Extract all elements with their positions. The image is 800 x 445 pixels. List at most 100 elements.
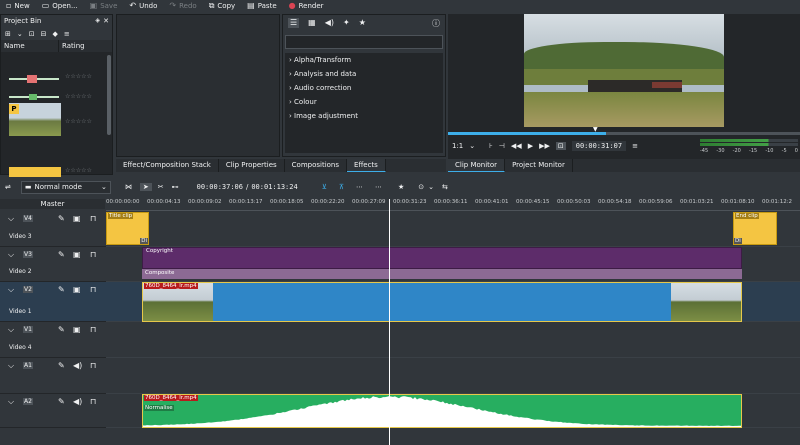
float-icon[interactable]: ◈ xyxy=(95,15,100,27)
hide-icon[interactable]: ▣ xyxy=(73,285,81,294)
video-clip[interactable]: 760D_8464_lr.mp4 xyxy=(142,282,742,322)
tab-effects[interactable]: Effects xyxy=(347,159,386,172)
collapse-icon[interactable]: ⌵ xyxy=(8,397,14,407)
collapse-icon[interactable]: ⌵ xyxy=(8,214,14,224)
video-effect-icon[interactable]: ▦ xyxy=(308,18,316,28)
composite-transition[interactable]: Composite xyxy=(142,269,742,279)
insert-icon[interactable]: ⊻ xyxy=(322,183,327,191)
overwrite-icon[interactable]: ⊼ xyxy=(339,183,344,191)
track-header-v1[interactable]: ⌵ V1 ✎ ▣ ⊓ Video 4 xyxy=(0,322,106,358)
effects-icon[interactable]: ✎ xyxy=(58,361,65,370)
extract-icon[interactable]: ⋯ xyxy=(375,183,382,191)
hide-icon[interactable]: ▣ xyxy=(73,214,81,223)
track-header-a1[interactable]: ⌵ A1 ✎ ◀) ⊓ xyxy=(0,358,106,394)
audio-effect-icon[interactable]: ◀) xyxy=(325,18,334,28)
tab-project-monitor[interactable]: Project Monitor xyxy=(505,159,573,172)
lock-icon[interactable]: ⊓ xyxy=(90,325,96,334)
track-header-v4[interactable]: ⌵ V4 ✎ ▣ ⊓ Video 3 xyxy=(0,211,106,247)
zoom-select[interactable]: 1:1 xyxy=(452,142,463,150)
forward-icon[interactable]: ▶▶ xyxy=(539,142,550,150)
effect-category-image[interactable]: › Image adjustment xyxy=(285,109,443,123)
track-lane-a1[interactable] xyxy=(106,358,800,394)
rating-stars-2[interactable]: ☆☆☆☆☆ xyxy=(65,93,92,100)
tab-clip-properties[interactable]: Clip Properties xyxy=(219,159,285,172)
custom-effect-icon[interactable]: ✦ xyxy=(343,18,350,28)
track-header-v2[interactable]: ⌵ V2 ✎ ▣ ⊓ Video 1 xyxy=(0,282,106,322)
tab-effect-stack[interactable]: Effect/Composition Stack xyxy=(116,159,219,172)
timeline-playhead[interactable] xyxy=(389,199,390,445)
timeline-position[interactable]: 00:00:37:06 xyxy=(197,183,243,191)
tab-clip-monitor[interactable]: Clip Monitor xyxy=(448,159,505,172)
mark-in-icon[interactable]: ⊦ xyxy=(489,142,493,150)
razor-tool-icon[interactable]: ✂ xyxy=(158,183,164,191)
lock-icon[interactable]: ⊓ xyxy=(90,285,96,294)
collapse-icon[interactable]: ⌵ xyxy=(8,361,14,371)
lift-icon[interactable]: ⋯ xyxy=(356,183,363,191)
bin-item-title[interactable] xyxy=(9,167,61,177)
lock-icon[interactable]: ⊓ xyxy=(90,361,96,370)
track-header-v3[interactable]: ⌵ V3 ✎ ▣ ⊓ Video 2 xyxy=(0,247,106,282)
effects-icon[interactable]: ✎ xyxy=(58,214,65,223)
undo-button[interactable]: ↶ Undo xyxy=(123,0,163,12)
save-button[interactable]: ▣ Save xyxy=(84,0,124,12)
edit-mode-select[interactable]: ▬ Normal mode ⌄ xyxy=(21,181,111,194)
crop-icon[interactable]: ⊡ xyxy=(556,142,566,150)
hide-icon[interactable]: ▣ xyxy=(73,250,81,259)
track-lane-v4[interactable] xyxy=(106,211,800,247)
copyright-clip[interactable]: Copyright xyxy=(142,247,742,269)
list-icon[interactable]: ☰ xyxy=(288,18,299,28)
spacer-tool-icon[interactable]: ⊷ xyxy=(172,183,179,191)
hide-icon[interactable]: ▣ xyxy=(73,325,81,334)
copy-button[interactable]: ⧉ Copy xyxy=(203,0,241,12)
mute-icon[interactable]: ◀) xyxy=(73,361,82,370)
zoom-dropdown-icon[interactable]: ⌄ xyxy=(469,142,475,150)
name-column-header[interactable]: Name xyxy=(1,40,59,52)
new-button[interactable]: ▫ New xyxy=(0,0,36,12)
tag-icon[interactable]: ⌄ xyxy=(17,30,23,38)
effects-icon[interactable]: ✎ xyxy=(58,325,65,334)
info-icon[interactable]: ⓘ xyxy=(432,18,440,28)
menu-icon[interactable]: ≡ xyxy=(64,30,70,38)
record-dropdown-icon[interactable]: ⌄ xyxy=(428,183,434,191)
close-icon[interactable]: ✕ xyxy=(103,15,109,27)
end-clip[interactable]: End clip Di xyxy=(733,212,777,245)
label-icon[interactable]: ◆ xyxy=(53,30,58,38)
open-button[interactable]: ▭ Open... xyxy=(36,0,84,12)
mark-out-icon[interactable]: ⊣ xyxy=(499,142,505,150)
effects-icon[interactable]: ✎ xyxy=(58,285,65,294)
tab-compositions[interactable]: Compositions xyxy=(285,159,347,172)
collapse-icon[interactable]: ⌵ xyxy=(8,325,14,335)
bin-scrollbar[interactable] xyxy=(107,55,111,135)
collapse-icon[interactable]: ⌵ xyxy=(8,250,14,260)
track-compositing-icon[interactable]: ⋈ xyxy=(125,183,132,191)
add-clip-icon[interactable]: ⊞ xyxy=(5,30,11,38)
rewind-icon[interactable]: ◀◀ xyxy=(511,142,522,150)
record-icon[interactable]: ⊙ xyxy=(418,183,424,191)
timeline-settings-icon[interactable]: ⇆ xyxy=(442,183,448,191)
render-button[interactable]: ● Render xyxy=(283,0,330,12)
track-header-a2[interactable]: ⌵ A2 ✎ ◀) ⊓ xyxy=(0,394,106,428)
master-label[interactable]: Master xyxy=(0,199,105,209)
track-lane-v1[interactable] xyxy=(106,322,800,358)
delete-icon[interactable]: ⊟ xyxy=(41,30,47,38)
mute-icon[interactable]: ◀) xyxy=(73,397,82,406)
effect-category-alpha[interactable]: › Alpha/Transform xyxy=(285,53,443,67)
lock-icon[interactable]: ⊓ xyxy=(90,214,96,223)
rating-stars-4[interactable]: ☆☆☆☆☆ xyxy=(65,167,92,174)
favorite-icon[interactable]: ★ xyxy=(359,18,366,28)
effect-category-audio[interactable]: › Audio correction xyxy=(285,81,443,95)
redo-button[interactable]: ↷ Redo xyxy=(163,0,202,12)
effects-search-input[interactable] xyxy=(285,35,443,49)
playhead-marker-icon[interactable]: ▼ xyxy=(593,126,598,133)
paste-button[interactable]: ▤ Paste xyxy=(241,0,282,12)
effects-icon[interactable]: ✎ xyxy=(58,250,65,259)
select-tool-icon[interactable]: ➤ xyxy=(140,183,152,191)
lock-icon[interactable]: ⊓ xyxy=(90,250,96,259)
rating-stars-3[interactable]: ☆☆☆☆☆ xyxy=(65,118,92,125)
effect-category-analysis[interactable]: › Analysis and data xyxy=(285,67,443,81)
monitor-timecode[interactable]: 00:00:31:07 xyxy=(572,141,626,151)
title-clip[interactable]: Title clip Di xyxy=(106,212,149,245)
bin-item-audio[interactable] xyxy=(9,73,59,85)
audio-clip[interactable]: 760D_8464_lr.mp4 Normalise xyxy=(142,394,742,428)
rating-column-header[interactable]: Rating xyxy=(59,40,85,52)
